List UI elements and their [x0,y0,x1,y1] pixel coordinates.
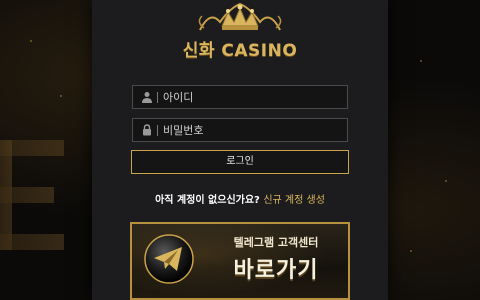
crown-icon [198,2,282,31]
telegram-support-banner[interactable]: 텔레그램 고객센터 바로가기 [130,222,350,300]
brand-name: 신화 CASINO [182,41,298,61]
lock-icon [143,124,151,136]
background-sparkle [60,95,62,97]
background-letter-decoration [0,140,64,250]
field-divider [157,92,158,103]
user-icon [142,92,152,103]
signup-row: 아직 계정이 없으신가요? 신규 계정 생성 [92,191,388,206]
login-panel: 신화 CASINO 로그인 아직 계정이 없으신가요? 신규 계정 생성 [92,0,388,300]
signup-link[interactable]: 신규 계정 생성 [263,195,325,206]
signup-prompt: 아직 계정이 없으신가요? [155,195,260,206]
banner-title: 텔레그램 고객센터 [233,236,319,249]
brand-logo: 신화 CASINO [92,0,388,64]
banner-cta: 바로가기 [233,258,319,283]
username-field[interactable] [132,85,348,109]
password-field[interactable] [132,118,348,142]
background-sparkle [445,180,447,182]
background-sparkle [30,40,32,42]
username-input[interactable] [163,88,343,106]
background-sparkle [420,60,422,62]
telegram-icon [144,234,194,284]
password-input[interactable] [163,121,343,139]
background-sparkle [410,250,412,252]
login-button[interactable]: 로그인 [131,150,349,174]
field-divider [157,125,158,136]
